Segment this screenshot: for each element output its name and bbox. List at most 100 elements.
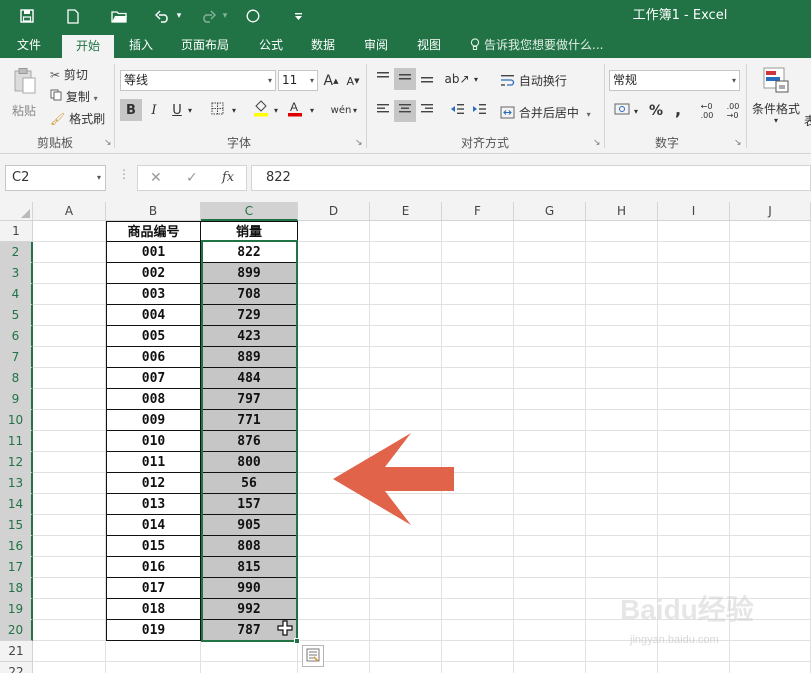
cell-g6[interactable] bbox=[514, 326, 586, 347]
row-header-7[interactable]: 7 bbox=[0, 347, 33, 368]
product-id-cell[interactable]: 001 bbox=[106, 242, 201, 263]
cell-e20[interactable] bbox=[370, 620, 442, 641]
sales-cell[interactable]: 771 bbox=[201, 410, 298, 431]
cell-c21[interactable] bbox=[201, 641, 298, 662]
cell-a3[interactable] bbox=[33, 263, 106, 284]
cell-g21[interactable] bbox=[514, 641, 586, 662]
tell-me-box[interactable]: 告诉我您想要做什么... bbox=[470, 32, 620, 58]
cell-i5[interactable] bbox=[658, 305, 730, 326]
font-color-dropdown-icon[interactable]: ▾ bbox=[306, 99, 318, 121]
row-header-17[interactable]: 17 bbox=[0, 557, 33, 578]
cell-f5[interactable] bbox=[442, 305, 514, 326]
cell-h22[interactable] bbox=[586, 662, 658, 673]
cell-e7[interactable] bbox=[370, 347, 442, 368]
tab-view[interactable]: 视图 bbox=[408, 32, 450, 58]
product-id-cell[interactable]: 009 bbox=[106, 410, 201, 431]
underline-dropdown-icon[interactable]: ▾ bbox=[184, 99, 196, 121]
row-header-19[interactable]: 19 bbox=[0, 599, 33, 620]
cell-g9[interactable] bbox=[514, 389, 586, 410]
sales-cell[interactable]: 484 bbox=[201, 368, 298, 389]
cell-j17[interactable] bbox=[730, 557, 811, 578]
cell-g5[interactable] bbox=[514, 305, 586, 326]
product-id-cell[interactable]: 015 bbox=[106, 536, 201, 557]
cell-h5[interactable] bbox=[586, 305, 658, 326]
orientation-dropdown-icon[interactable]: ▾ bbox=[470, 68, 482, 90]
tab-data[interactable]: 数据 bbox=[302, 32, 344, 58]
align-bottom-button[interactable] bbox=[416, 68, 438, 90]
sales-cell[interactable]: 905 bbox=[201, 515, 298, 536]
row-header-12[interactable]: 12 bbox=[0, 452, 33, 473]
grow-font-button[interactable]: A ▲ bbox=[320, 70, 342, 92]
cell-j7[interactable] bbox=[730, 347, 811, 368]
phonetic-dropdown-icon[interactable]: ▾ bbox=[350, 99, 360, 121]
product-id-cell[interactable]: 014 bbox=[106, 515, 201, 536]
cell-i17[interactable] bbox=[658, 557, 730, 578]
row-header-1[interactable]: 1 bbox=[0, 221, 33, 242]
product-id-cell[interactable]: 018 bbox=[106, 599, 201, 620]
copy-button[interactable]: 复制 ▾ bbox=[50, 88, 98, 105]
cell-g4[interactable] bbox=[514, 284, 586, 305]
row-header-5[interactable]: 5 bbox=[0, 305, 33, 326]
cell-a18[interactable] bbox=[33, 578, 106, 599]
cell-i16[interactable] bbox=[658, 536, 730, 557]
column-header-i[interactable]: I bbox=[658, 202, 730, 221]
cell-j2[interactable] bbox=[730, 242, 811, 263]
cell-h8[interactable] bbox=[586, 368, 658, 389]
row-header-13[interactable]: 13 bbox=[0, 473, 33, 494]
cell-f20[interactable] bbox=[442, 620, 514, 641]
cell-g8[interactable] bbox=[514, 368, 586, 389]
sales-cell[interactable]: 992 bbox=[201, 599, 298, 620]
increase-indent-button[interactable] bbox=[468, 100, 490, 122]
undo-dropdown-icon[interactable]: ▾ bbox=[173, 0, 185, 32]
cell-d2[interactable] bbox=[298, 242, 370, 263]
product-id-cell[interactable]: 007 bbox=[106, 368, 201, 389]
product-id-cell[interactable]: 013 bbox=[106, 494, 201, 515]
cell-f8[interactable] bbox=[442, 368, 514, 389]
row-header-3[interactable]: 3 bbox=[0, 263, 33, 284]
redo-icon[interactable] bbox=[196, 0, 220, 32]
cell-g18[interactable] bbox=[514, 578, 586, 599]
cut-button[interactable]: ✂ 剪切 bbox=[50, 66, 88, 83]
cell-a14[interactable] bbox=[33, 494, 106, 515]
cell-a2[interactable] bbox=[33, 242, 106, 263]
cell-e6[interactable] bbox=[370, 326, 442, 347]
cell-j4[interactable] bbox=[730, 284, 811, 305]
cell-d19[interactable] bbox=[298, 599, 370, 620]
align-top-button[interactable] bbox=[372, 68, 394, 90]
cell-i14[interactable] bbox=[658, 494, 730, 515]
cell-a11[interactable] bbox=[33, 431, 106, 452]
decrease-indent-button[interactable] bbox=[446, 100, 468, 122]
accounting-dropdown-icon[interactable]: ▾ bbox=[630, 100, 642, 122]
cell-h15[interactable] bbox=[586, 515, 658, 536]
row-header-2[interactable]: 2 bbox=[0, 242, 33, 263]
cell-f6[interactable] bbox=[442, 326, 514, 347]
cell-i4[interactable] bbox=[658, 284, 730, 305]
sales-cell[interactable]: 423 bbox=[201, 326, 298, 347]
undo-icon[interactable] bbox=[150, 0, 174, 32]
column-header-c[interactable]: C bbox=[201, 202, 298, 221]
cell-e4[interactable] bbox=[370, 284, 442, 305]
insert-function-icon[interactable]: fx bbox=[222, 166, 234, 190]
cell-d5[interactable] bbox=[298, 305, 370, 326]
cell-d3[interactable] bbox=[298, 263, 370, 284]
border-dropdown-icon[interactable]: ▾ bbox=[228, 99, 240, 121]
cell-e10[interactable] bbox=[370, 410, 442, 431]
cell-g11[interactable] bbox=[514, 431, 586, 452]
cell-g16[interactable] bbox=[514, 536, 586, 557]
cell-e16[interactable] bbox=[370, 536, 442, 557]
number-format-select[interactable]: 常规 ▾ bbox=[609, 70, 740, 91]
align-center-button[interactable] bbox=[394, 100, 416, 122]
cell-h13[interactable] bbox=[586, 473, 658, 494]
merge-center-button[interactable]: 合并后居中 ▾ bbox=[500, 104, 591, 122]
cell-h11[interactable] bbox=[586, 431, 658, 452]
name-box[interactable]: C2 ▾ bbox=[5, 165, 106, 191]
cell-a9[interactable] bbox=[33, 389, 106, 410]
cell-i11[interactable] bbox=[658, 431, 730, 452]
cell-i1[interactable] bbox=[658, 221, 730, 242]
cell-j13[interactable] bbox=[730, 473, 811, 494]
cell-a8[interactable] bbox=[33, 368, 106, 389]
cell-h7[interactable] bbox=[586, 347, 658, 368]
cell-g22[interactable] bbox=[514, 662, 586, 673]
cell-e22[interactable] bbox=[370, 662, 442, 673]
sales-cell[interactable]: 56 bbox=[201, 473, 298, 494]
